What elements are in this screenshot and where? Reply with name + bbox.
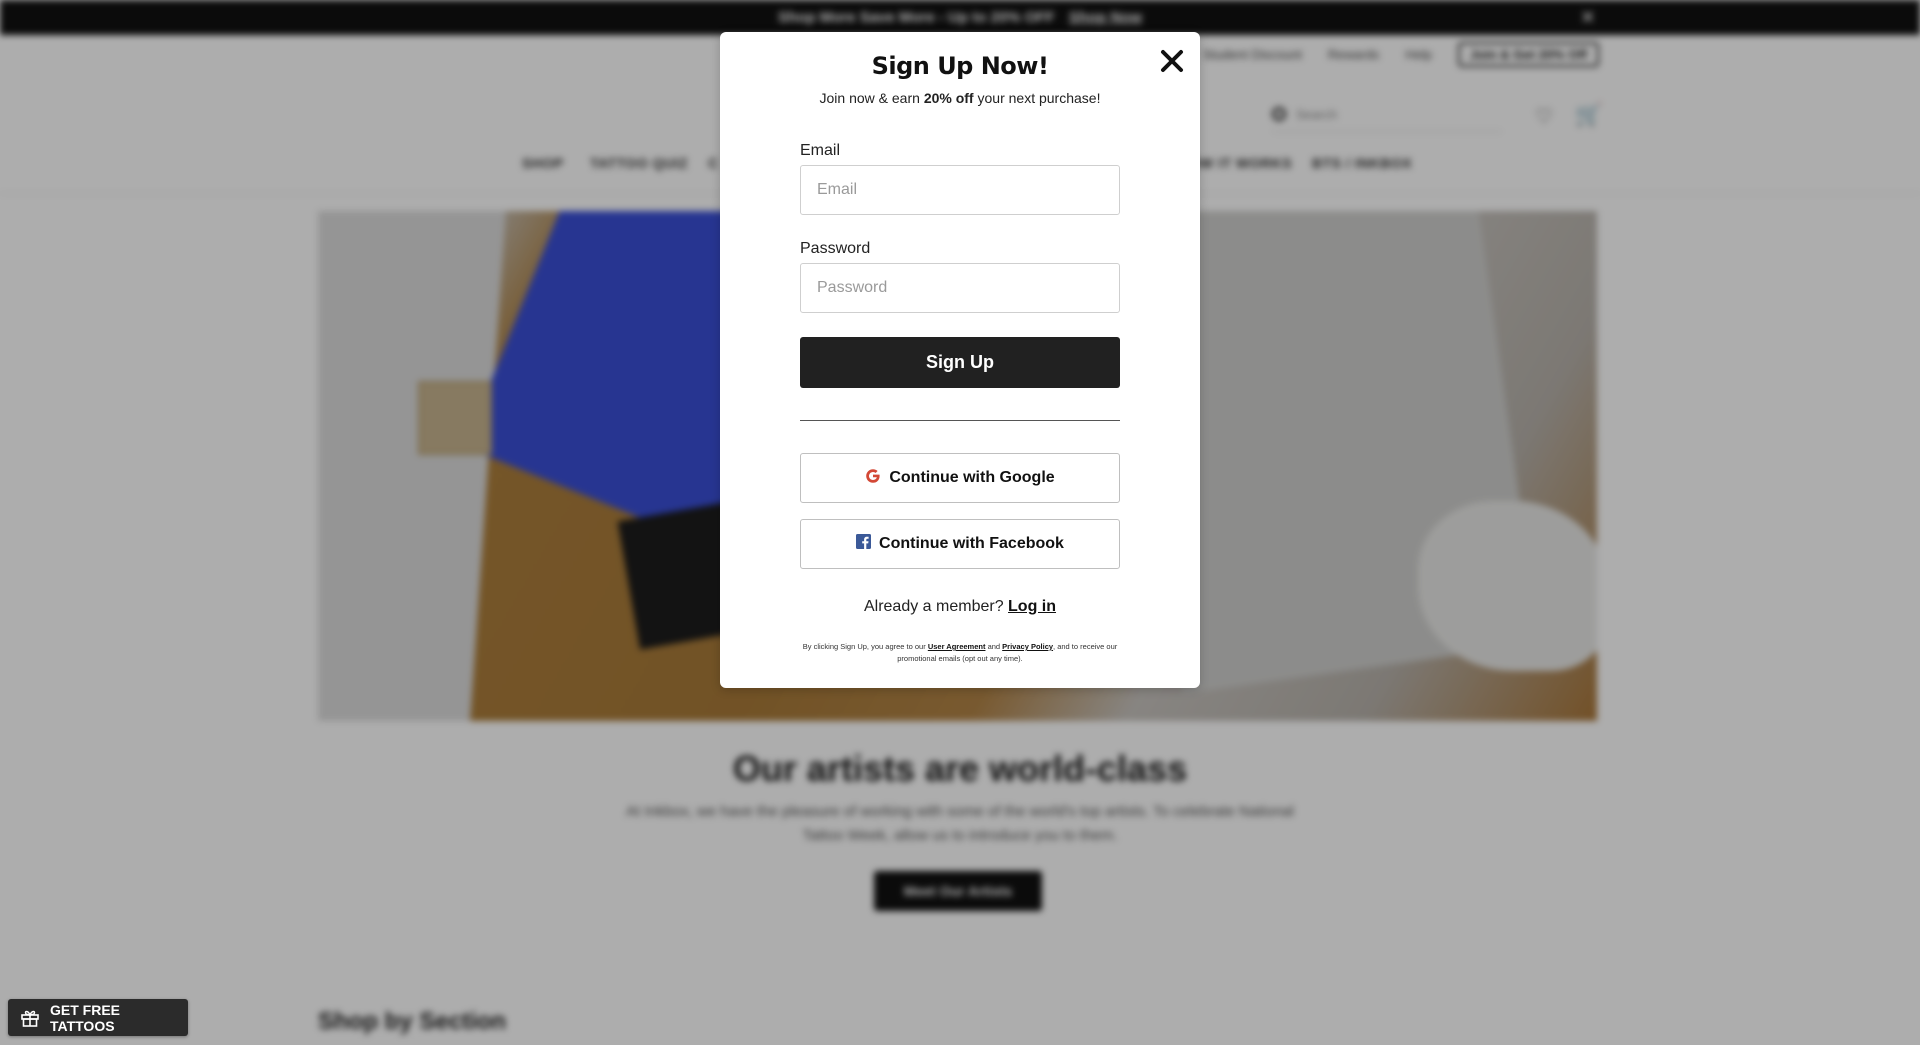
modal-subtitle: Join now & earn 20% off your next purcha… [720,90,1200,106]
signup-modal: Sign Up Now! Join now & earn 20% off you… [720,32,1200,688]
legal-pre: By clicking Sign Up, you agree to our [802,642,928,651]
get-free-tattoos-label: GET FREE TATTOOS [50,1001,121,1034]
email-field[interactable] [800,165,1120,215]
member-text: Already a member? [863,598,1009,615]
continue-with-google-button[interactable]: Continue with Google [800,453,1120,503]
already-member-line: Already a member? Log in [720,598,1200,616]
sign-up-button[interactable]: Sign Up [800,337,1120,388]
get-free-tattoos-button[interactable]: GET FREE TATTOOS [8,999,188,1036]
legal-text: By clicking Sign Up, you agree to our Us… [800,641,1120,665]
subtitle-post: your next purchase! [973,90,1101,106]
subtitle-pre: Join now & earn [819,90,924,106]
user-agreement-link[interactable]: User Agreement [928,642,986,651]
password-field[interactable] [800,263,1120,313]
legal-and: and [985,642,1003,651]
continue-with-facebook-button[interactable]: Continue with Facebook [800,519,1120,569]
gift-icon [20,1008,40,1028]
google-icon [865,468,881,489]
facebook-icon [856,534,872,554]
privacy-policy-link[interactable]: Privacy Policy [1002,642,1053,651]
google-button-label: Continue with Google [889,469,1055,486]
modal-title: Sign Up Now! [871,52,1049,80]
log-in-link[interactable]: Log in [1008,598,1056,615]
divider [800,420,1120,421]
password-label: Password [800,240,871,257]
subtitle-discount: 20% off [923,90,974,106]
facebook-button-label: Continue with Facebook [879,535,1064,552]
email-label: Email [800,142,841,159]
